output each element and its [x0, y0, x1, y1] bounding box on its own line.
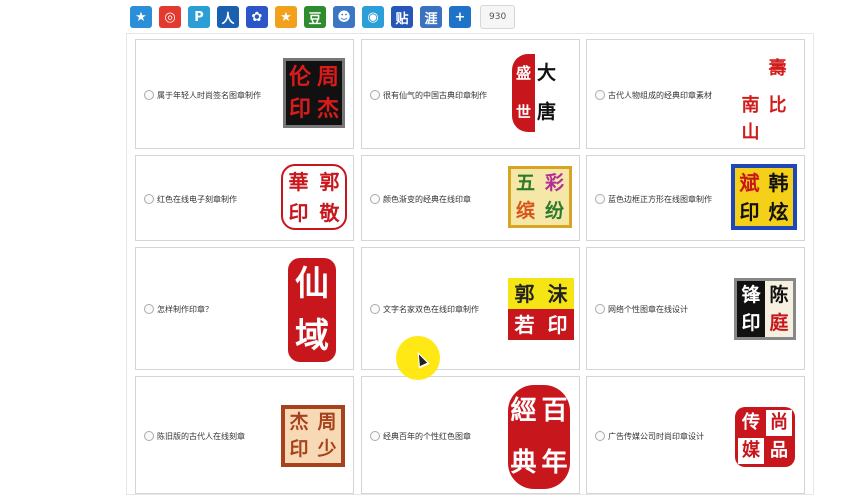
stamp-option-label: 蓝色边框正方形在线图章制作 — [608, 195, 712, 204]
pengyou-star-icon[interactable]: ★ — [275, 6, 297, 28]
stamp-preview: 仙域 — [288, 258, 336, 362]
more-plus-icon[interactable]: + — [449, 6, 471, 28]
stamp-option-label: 很有仙气的中国古典印章制作 — [383, 91, 487, 100]
radio-button[interactable] — [370, 304, 380, 314]
stamp-option-card[interactable]: 红色在线电子刻章制作 華郭印敬 — [135, 155, 354, 241]
radio-button[interactable] — [595, 194, 605, 204]
stamp-option-label: 网络个性图章在线设计 — [608, 305, 688, 314]
stamp-style-panel: 属于年轻人时尚签名图章制作 伦周印杰 很有仙气的中国古典印章制作 盛大世唐 古代… — [126, 33, 814, 495]
stamp-option-label: 文字名家双色在线印章制作 — [383, 305, 479, 314]
stamp-preview: 郭沫若印 — [508, 278, 574, 340]
stamp-option-card[interactable]: 很有仙气的中国古典印章制作 盛大世唐 — [361, 39, 580, 149]
stamp-option-label: 广告传媒公司时尚印章设计 — [608, 432, 704, 441]
radio-button[interactable] — [144, 431, 154, 441]
stamp-preview: 锋陈印庭 — [734, 278, 796, 340]
weibo-icon[interactable]: ◎ — [159, 6, 181, 28]
stamp-option-card[interactable]: 广告传媒公司时尚印章设计 传尚媒品 — [586, 376, 805, 494]
stamp-preview: 传尚媒品 — [735, 407, 795, 467]
renren-icon[interactable]: 人 — [217, 6, 239, 28]
stamp-option-label: 陈旧版的古代人在线刻章 — [157, 432, 245, 441]
radio-button[interactable] — [370, 194, 380, 204]
radio-button[interactable] — [144, 90, 154, 100]
stamp-option-label: 颜色渐变的经典在线印章 — [383, 195, 471, 204]
stamp-option-card[interactable]: 陈旧版的古代人在线刻章 杰周印少 — [135, 376, 354, 494]
stamp-preview: 壽南山比 — [741, 57, 787, 143]
stamp-option-card[interactable]: 蓝色边框正方形在线图章制作 斌韩印炫 — [586, 155, 805, 241]
share-count: 930 — [480, 5, 516, 29]
stamp-option-label: 属于年轻人时尚签名图章制作 — [157, 91, 261, 100]
stamp-preview: 經百典年 — [508, 385, 570, 489]
qzone-star-icon[interactable]: ★ — [130, 6, 152, 28]
kaixin-icon[interactable]: ☻ — [333, 6, 355, 28]
stamp-option-label: 经典百年的个性红色图章 — [383, 432, 471, 441]
stamp-preview: 五彩缤纷 — [508, 166, 572, 228]
stamp-option-card[interactable]: 属于年轻人时尚签名图章制作 伦周印杰 — [135, 39, 354, 149]
radio-button[interactable] — [144, 194, 154, 204]
tencent-weibo-icon[interactable]: P — [188, 6, 210, 28]
stamp-preview: 杰周印少 — [281, 405, 345, 467]
stamp-option-card[interactable]: 网络个性图章在线设计 锋陈印庭 — [586, 247, 805, 370]
stamp-option-card[interactable]: 颜色渐变的经典在线印章 五彩缤纷 — [361, 155, 580, 241]
stamp-preview: 伦周印杰 — [283, 58, 345, 128]
radio-button[interactable] — [370, 90, 380, 100]
radio-button[interactable] — [595, 431, 605, 441]
stamp-option-card[interactable]: 怎样制作印章？ 仙域 — [135, 247, 354, 370]
stamp-preview: 華郭印敬 — [281, 164, 347, 230]
radio-button[interactable] — [370, 431, 380, 441]
radio-button[interactable] — [595, 90, 605, 100]
douban-icon[interactable]: 豆 — [304, 6, 326, 28]
stamp-preview: 斌韩印炫 — [731, 164, 797, 230]
stamp-option-card[interactable]: 经典百年的个性红色图章 經百典年 — [361, 376, 580, 494]
baidu-paw-icon[interactable]: ✿ — [246, 6, 268, 28]
huaban-icon[interactable]: 涯 — [420, 6, 442, 28]
stamp-option-label: 怎样制作印章？ — [157, 305, 213, 314]
stamp-option-card[interactable]: 古代人物组成的经典印章素材 壽南山比 — [586, 39, 805, 149]
share-toolbar: ★ ◎ P 人 ✿ ★ 豆 ☻ ◉ 贴 涯 + 930 — [130, 5, 516, 29]
stamp-preview: 盛大世唐 — [512, 54, 558, 132]
radio-button[interactable] — [144, 304, 154, 314]
stamp-option-label: 红色在线电子刻章制作 — [157, 195, 237, 204]
stamp-option-card[interactable]: 文字名家双色在线印章制作 郭沫若印 — [361, 247, 580, 370]
tieba-icon[interactable]: 贴 — [391, 6, 413, 28]
radio-button[interactable] — [595, 304, 605, 314]
qq-circle-icon[interactable]: ◉ — [362, 6, 384, 28]
stamp-option-label: 古代人物组成的经典印章素材 — [608, 91, 712, 100]
